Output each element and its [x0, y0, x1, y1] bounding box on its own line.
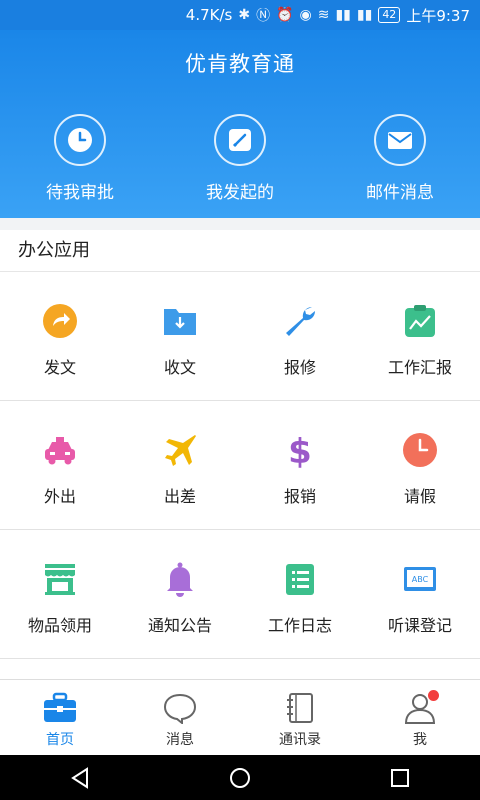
edit-icon [214, 114, 266, 166]
clock-icon [401, 431, 439, 469]
grid-row: 外出 出差 $ 报销 请假 [0, 401, 480, 530]
app-item-requisition[interactable]: 物品领用 [0, 530, 120, 658]
app-work-log[interactable]: 工作日志 [240, 530, 360, 658]
status-bar: 4.7K/s ✱ Ⓝ ⏰ ◉ ≋ ▮▮ ▮▮ 42 上午9:37 [0, 0, 480, 30]
bottom-tab-bar: 首页 消息 通讯录 我 [0, 679, 480, 755]
app-grid: 发文 收文 报修 工作汇报 外出 出差 $ 报销 请假 物品领用 通知公告 工作… [0, 272, 480, 679]
grid-row: 物品领用 通知公告 工作日志 ABC 听课登记 [0, 530, 480, 659]
app-label: 通知公告 [147, 616, 212, 635]
recents-square-icon[interactable] [388, 766, 412, 790]
wifi-icon: ≋ [317, 7, 330, 23]
bluetooth-icon: ✱ [238, 7, 251, 23]
app-label: 收文 [163, 358, 196, 377]
send-doc-icon [41, 302, 79, 340]
network-speed: 4.7K/s [185, 6, 233, 24]
signal-2-icon: ▮▮ [356, 7, 373, 23]
app-notice[interactable]: 通知公告 [120, 530, 240, 658]
log-list-icon [281, 560, 319, 598]
app-reimburse[interactable]: $ 报销 [240, 401, 360, 529]
eye-icon: ◉ [299, 7, 312, 23]
app-send-doc[interactable]: 发文 [0, 272, 120, 400]
app-repair[interactable]: 报修 [240, 272, 360, 400]
chat-bubble-icon [163, 693, 197, 724]
clock-icon [54, 114, 106, 166]
app-label: 外出 [43, 487, 76, 506]
receive-folder-icon [161, 302, 199, 340]
app-receive-doc[interactable]: 收文 [120, 272, 240, 400]
nfc-icon: Ⓝ [256, 8, 271, 24]
quick-pending-approval[interactable]: 待我审批 [0, 114, 160, 203]
app-label: 物品领用 [27, 616, 92, 635]
quick-initiated[interactable]: 我发起的 [160, 114, 320, 203]
app-label: 发文 [43, 358, 76, 377]
blackboard-icon: ABC [401, 560, 439, 598]
app-title: 优肯教育通 [185, 52, 295, 76]
tab-home[interactable]: 首页 [0, 680, 120, 755]
grid-tail [0, 659, 480, 679]
app-label: 报修 [283, 358, 316, 377]
mail-icon [374, 114, 426, 166]
quick-label: 我发起的 [206, 183, 274, 203]
notification-badge [428, 690, 439, 701]
app-header: 优肯教育通 待我审批 我发起的 邮件消息 [0, 30, 480, 218]
tab-label: 消息 [166, 732, 194, 748]
signal-icon: ▮▮ [335, 7, 351, 23]
tab-me[interactable]: 我 [360, 680, 480, 755]
bell-icon [161, 560, 199, 598]
battery-icon: 42 [378, 7, 401, 23]
home-circle-icon[interactable] [228, 766, 252, 790]
app-label: 报销 [283, 487, 316, 506]
airplane-icon [161, 431, 199, 469]
app-label: 请假 [403, 487, 436, 506]
clock-time: 上午9:37 [406, 6, 470, 25]
quick-actions: 待我审批 我发起的 邮件消息 [0, 114, 480, 203]
tab-contacts[interactable]: 通讯录 [240, 680, 360, 755]
address-book-icon [287, 693, 313, 723]
report-clipboard-icon [401, 302, 439, 340]
store-icon [41, 560, 79, 598]
app-class-observation[interactable]: ABC 听课登记 [360, 530, 480, 658]
tab-label: 通讯录 [279, 732, 321, 748]
wrench-icon [281, 302, 319, 340]
system-nav-bar [0, 755, 480, 800]
briefcase-icon [44, 692, 76, 722]
app-leave[interactable]: 请假 [360, 401, 480, 529]
app-label: 出差 [163, 487, 196, 506]
taxi-icon [41, 431, 79, 469]
quick-label: 待我审批 [46, 183, 114, 203]
app-label: 工作汇报 [387, 358, 452, 377]
svg-text:$: $ [288, 432, 312, 468]
app-work-report[interactable]: 工作汇报 [360, 272, 480, 400]
app-go-out[interactable]: 外出 [0, 401, 120, 529]
app-label: 工作日志 [267, 616, 332, 635]
dollar-icon: $ [281, 431, 319, 469]
back-icon[interactable] [68, 766, 92, 790]
quick-label: 邮件消息 [366, 183, 434, 203]
tab-label: 首页 [46, 732, 74, 748]
app-label: 听课登记 [387, 616, 452, 635]
app-business-trip[interactable]: 出差 [120, 401, 240, 529]
quick-mail[interactable]: 邮件消息 [320, 114, 480, 203]
grid-row: 发文 收文 报修 工作汇报 [0, 272, 480, 401]
alarm-icon: ⏰ [276, 7, 294, 23]
svg-text:ABC: ABC [412, 575, 429, 584]
tab-messages[interactable]: 消息 [120, 680, 240, 755]
section-title: 办公应用 [0, 230, 480, 272]
tab-label: 我 [413, 732, 427, 748]
